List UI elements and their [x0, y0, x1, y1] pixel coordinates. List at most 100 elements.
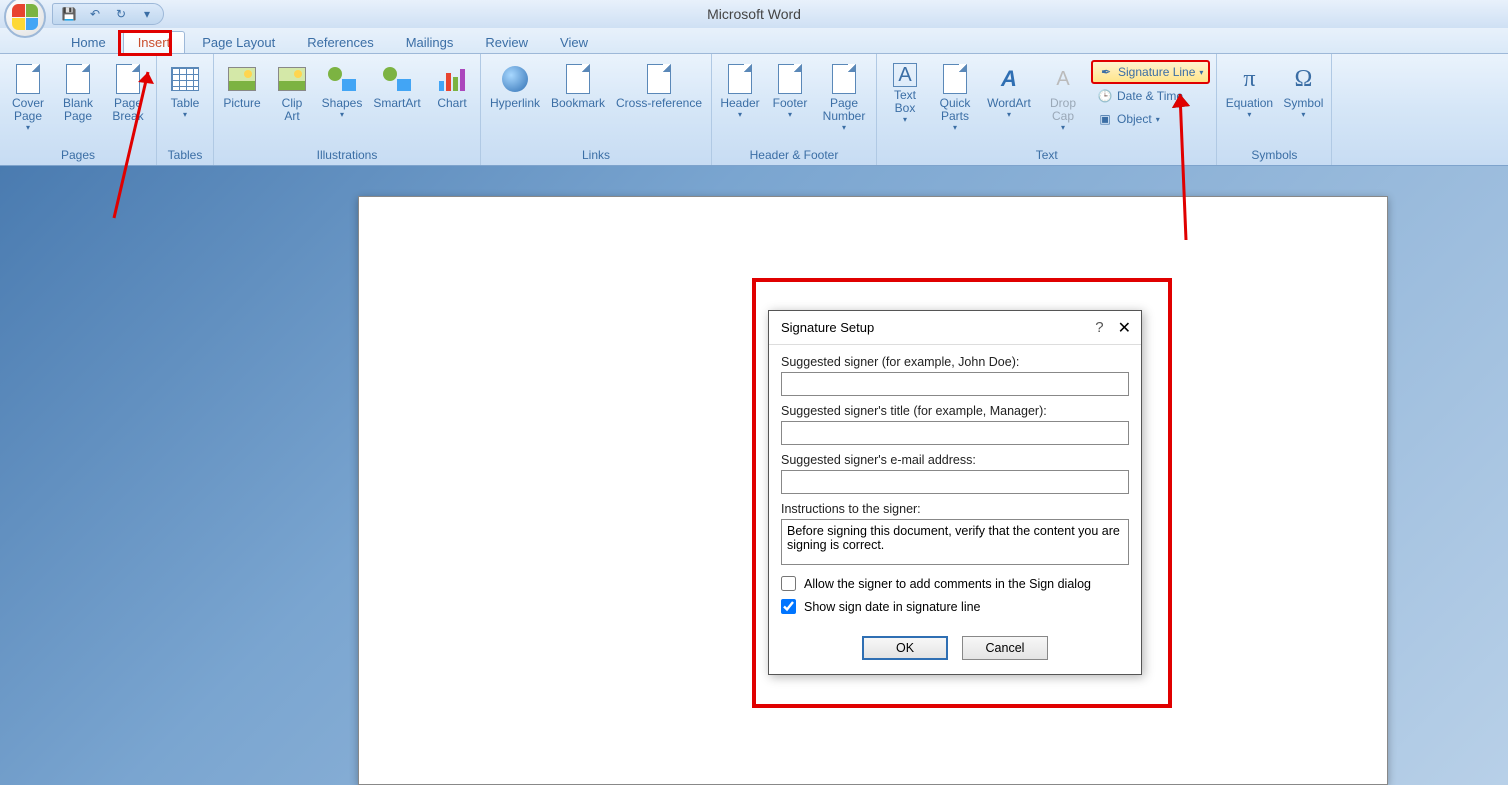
- signature-line-button[interactable]: ✒Signature Line▾: [1091, 60, 1210, 84]
- quick-parts-icon: [943, 64, 967, 94]
- app-title: Microsoft Word: [707, 6, 801, 22]
- equation-button[interactable]: πEquation▾: [1221, 58, 1277, 124]
- signature-line-label: Signature Line: [1118, 65, 1195, 79]
- date-time-icon: 🕒: [1097, 88, 1113, 104]
- smartart-button[interactable]: SmartArt: [368, 58, 426, 115]
- redo-icon[interactable]: ↻: [113, 6, 129, 22]
- drop-cap-button[interactable]: ADrop Cap▾: [1039, 58, 1087, 137]
- group-label-illustrations: Illustrations: [218, 146, 476, 165]
- group-header-footer: Header▾ Footer▾ Page Number▾ Header & Fo…: [712, 54, 877, 165]
- group-symbols: πEquation▾ ΩSymbol▾ Symbols: [1217, 54, 1332, 165]
- drop-cap-icon: A: [1047, 63, 1079, 95]
- group-label-links: Links: [485, 146, 707, 165]
- group-label-header-footer: Header & Footer: [716, 146, 872, 165]
- dialog-title: Signature Setup: [781, 320, 874, 335]
- undo-icon[interactable]: ↶: [87, 6, 103, 22]
- bookmark-button[interactable]: Bookmark: [547, 58, 609, 115]
- ribbon-tabs: Home Insert Page Layout References Maili…: [0, 28, 1508, 54]
- hyperlink-button[interactable]: Hyperlink: [485, 58, 545, 115]
- quick-parts-button[interactable]: Quick Parts▾: [931, 58, 979, 137]
- tab-home[interactable]: Home: [56, 31, 121, 53]
- page-number-icon: [832, 64, 856, 94]
- symbol-button[interactable]: ΩSymbol▾: [1279, 58, 1327, 124]
- dialog-body: Suggested signer (for example, John Doe)…: [769, 345, 1141, 626]
- signer-label: Suggested signer (for example, John Doe)…: [781, 355, 1129, 369]
- group-label-pages: Pages: [4, 146, 152, 165]
- bookmark-icon: [566, 64, 590, 94]
- footer-button[interactable]: Footer▾: [766, 58, 814, 124]
- object-button[interactable]: ▣Object▾: [1091, 108, 1210, 130]
- cross-reference-button[interactable]: Cross-reference: [611, 58, 707, 115]
- signer-title-input[interactable]: [781, 421, 1129, 445]
- wordart-button[interactable]: AWordArt▾: [981, 58, 1037, 124]
- table-button[interactable]: Table▾: [161, 58, 209, 124]
- show-date-label: Show sign date in signature line: [804, 600, 981, 614]
- signer-input[interactable]: [781, 372, 1129, 396]
- chart-button[interactable]: Chart: [428, 58, 476, 115]
- object-icon: ▣: [1097, 111, 1113, 127]
- ribbon: Cover Page▾ Blank Page Page Break Pages …: [0, 54, 1508, 166]
- clip-art-icon: [278, 67, 306, 91]
- allow-comments-label: Allow the signer to add comments in the …: [804, 577, 1091, 591]
- group-links: Hyperlink Bookmark Cross-reference Links: [481, 54, 712, 165]
- tab-review[interactable]: Review: [470, 31, 543, 53]
- office-logo-icon: [12, 4, 38, 30]
- title-bar: 💾 ↶ ↻ ▾ Microsoft Word: [0, 0, 1508, 28]
- group-text: AText Box▾ Quick Parts▾ AWordArt▾ ADrop …: [877, 54, 1217, 165]
- save-icon[interactable]: 💾: [61, 6, 77, 22]
- hyperlink-icon: [502, 66, 528, 92]
- dialog-title-bar[interactable]: Signature Setup ? ✕: [769, 311, 1141, 345]
- group-label-text: Text: [881, 146, 1212, 165]
- cover-page-icon: [16, 64, 40, 94]
- equation-icon: π: [1233, 63, 1265, 95]
- instructions-label: Instructions to the signer:: [781, 502, 1129, 516]
- page-number-button[interactable]: Page Number▾: [816, 58, 872, 137]
- qat-customize-icon[interactable]: ▾: [139, 6, 155, 22]
- document-area: [0, 166, 1508, 785]
- group-label-tables: Tables: [161, 146, 209, 165]
- clip-art-button[interactable]: Clip Art: [268, 58, 316, 128]
- tab-references[interactable]: References: [292, 31, 388, 53]
- table-icon: [171, 67, 199, 91]
- dialog-close-icon[interactable]: ✕: [1118, 318, 1131, 338]
- shapes-icon: [328, 67, 356, 91]
- header-button[interactable]: Header▾: [716, 58, 764, 124]
- signature-line-icon: ✒: [1098, 64, 1114, 80]
- tab-view[interactable]: View: [545, 31, 603, 53]
- tab-mailings[interactable]: Mailings: [391, 31, 469, 53]
- shapes-button[interactable]: Shapes▾: [318, 58, 366, 124]
- tab-insert[interactable]: Insert: [123, 31, 186, 53]
- cross-reference-icon: [647, 64, 671, 94]
- date-time-button[interactable]: 🕒Date & Time: [1091, 85, 1210, 107]
- dialog-help-icon[interactable]: ?: [1095, 319, 1103, 336]
- signature-setup-dialog: Signature Setup ? ✕ Suggested signer (fo…: [768, 310, 1142, 675]
- tab-page-layout[interactable]: Page Layout: [187, 31, 290, 53]
- instructions-textarea[interactable]: Before signing this document, verify tha…: [781, 519, 1129, 565]
- picture-button[interactable]: Picture: [218, 58, 266, 115]
- cover-page-button[interactable]: Cover Page▾: [4, 58, 52, 137]
- chart-icon: [439, 67, 465, 91]
- ok-button[interactable]: OK: [862, 636, 948, 660]
- allow-comments-checkbox[interactable]: [781, 576, 796, 591]
- wordart-icon: A: [993, 63, 1025, 95]
- signer-title-label: Suggested signer's title (for example, M…: [781, 404, 1129, 418]
- page-break-button[interactable]: Page Break: [104, 58, 152, 128]
- blank-page-icon: [66, 64, 90, 94]
- text-box-icon: A: [893, 63, 917, 87]
- smartart-icon: [383, 67, 411, 91]
- object-label: Object: [1117, 112, 1152, 126]
- text-box-button[interactable]: AText Box▾: [881, 58, 929, 129]
- signer-email-input[interactable]: [781, 470, 1129, 494]
- header-icon: [728, 64, 752, 94]
- quick-access-toolbar: 💾 ↶ ↻ ▾: [52, 3, 164, 25]
- group-label-symbols: Symbols: [1221, 146, 1327, 165]
- picture-icon: [228, 67, 256, 91]
- group-pages: Cover Page▾ Blank Page Page Break Pages: [0, 54, 157, 165]
- symbol-icon: Ω: [1287, 63, 1319, 95]
- signer-email-label: Suggested signer's e-mail address:: [781, 453, 1129, 467]
- show-date-checkbox[interactable]: [781, 599, 796, 614]
- group-tables: Table▾ Tables: [157, 54, 214, 165]
- cancel-button[interactable]: Cancel: [962, 636, 1048, 660]
- page-break-icon: [116, 64, 140, 94]
- blank-page-button[interactable]: Blank Page: [54, 58, 102, 128]
